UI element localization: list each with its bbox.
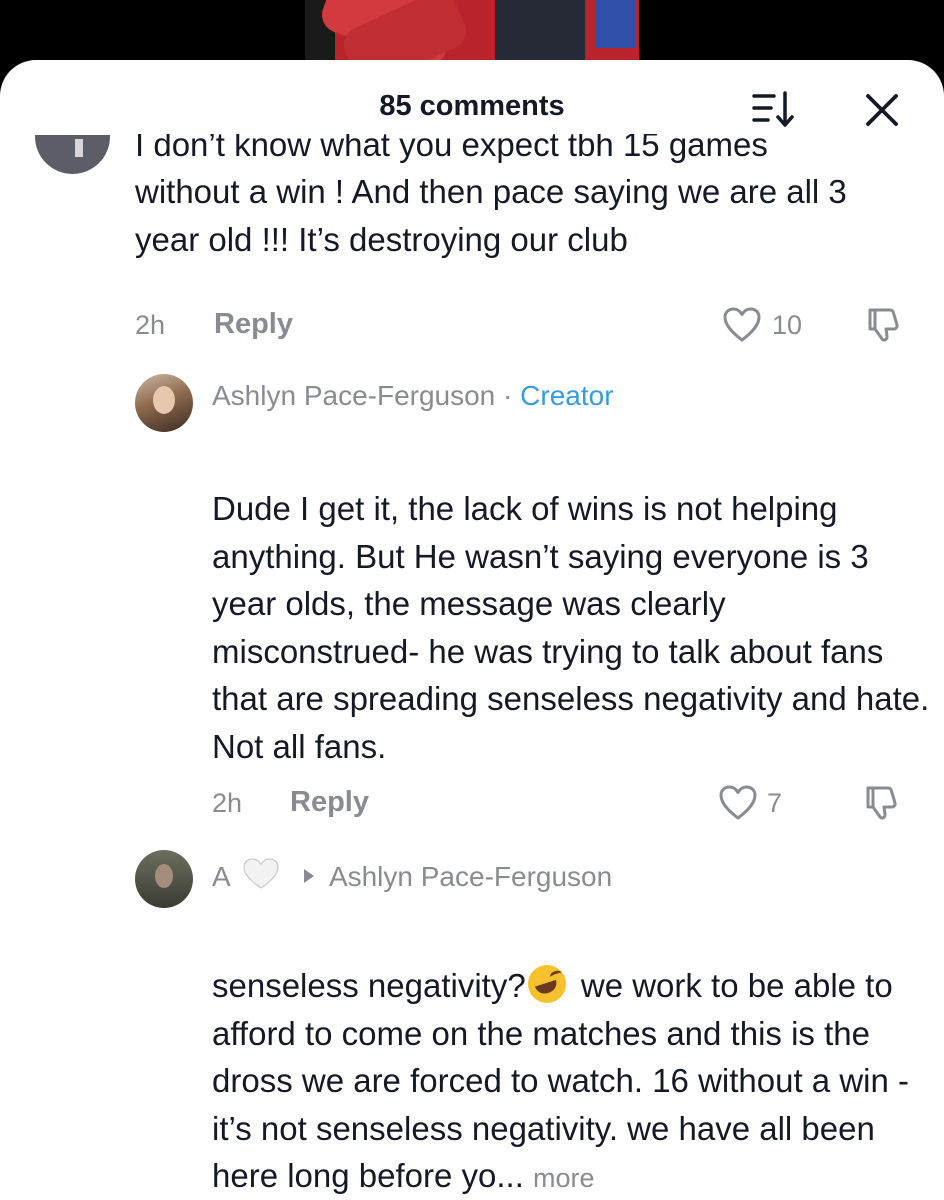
avatar[interactable]: [135, 850, 193, 908]
username-row: A Ashlyn Pace-Ferguson: [212, 857, 612, 898]
comments-sheet: 85 comments I don’t know what you expect…: [0, 60, 944, 1200]
avatar[interactable]: [135, 374, 193, 432]
thumbs-down-icon[interactable]: [864, 304, 904, 349]
like-count: 10: [772, 310, 803, 340]
sort-icon[interactable]: [748, 88, 798, 132]
username[interactable]: Ashlyn Pace-Ferguson: [212, 380, 495, 411]
comment-text: I don’t know what you expect tbh 15 game…: [135, 134, 847, 258]
comment-time: 2h: [212, 788, 243, 818]
reply-to-username[interactable]: Ashlyn Pace-Ferguson: [329, 861, 612, 892]
heart-outline-icon[interactable]: [718, 784, 758, 827]
username[interactable]: A: [212, 861, 229, 892]
reply-button[interactable]: Reply: [214, 308, 293, 341]
heart-outline-icon[interactable]: [722, 306, 762, 349]
rofl-emoji-icon: [527, 965, 566, 1003]
white-heart-icon: [241, 857, 281, 898]
separator: ·: [503, 380, 513, 411]
username-row: Ashlyn Pace-Ferguson · Creator: [212, 380, 614, 412]
like-count: 7: [767, 788, 783, 818]
reply-arrow-icon: [303, 859, 315, 891]
comment-count: 85 comments: [379, 90, 565, 122]
thumbs-down-icon[interactable]: [862, 782, 902, 827]
comment-text: Dude I get it, the lack of wins is not h…: [212, 490, 930, 765]
comment-time: 2h: [135, 310, 166, 340]
close-icon[interactable]: [858, 86, 906, 134]
avatar[interactable]: [35, 135, 110, 175]
creator-badge: Creator: [520, 380, 614, 411]
comment-text: senseless negativity? we work to be able…: [212, 965, 909, 1194]
reply-button[interactable]: Reply: [290, 786, 369, 819]
more-link[interactable]: more: [533, 1163, 595, 1193]
